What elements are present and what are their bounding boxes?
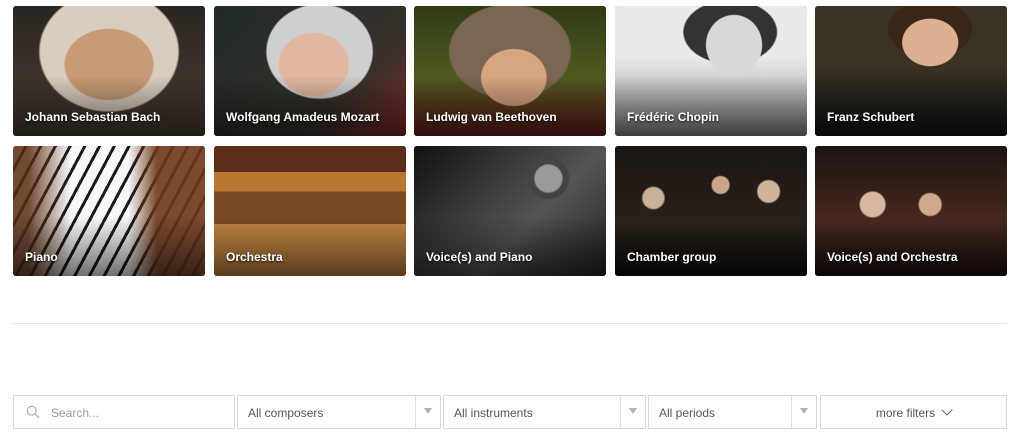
- composers-select-value: All composers: [248, 406, 324, 420]
- search-input[interactable]: [49, 403, 228, 423]
- composer-tile-beethoven[interactable]: Ludwig van Beethoven: [414, 6, 606, 136]
- tile-label: Frédéric Chopin: [627, 110, 720, 124]
- tile-label: Ludwig van Beethoven: [426, 110, 557, 124]
- category-tile-voice-orchestra[interactable]: Voice(s) and Orchestra: [815, 146, 1007, 276]
- search-icon: [26, 405, 40, 419]
- tile-label: Wolfgang Amadeus Mozart: [226, 110, 380, 124]
- tile-label: Franz Schubert: [827, 110, 915, 124]
- periods-select[interactable]: All periods: [648, 395, 817, 429]
- composer-tile-mozart[interactable]: Wolfgang Amadeus Mozart: [214, 6, 406, 136]
- composer-tile-chopin[interactable]: Frédéric Chopin: [615, 6, 807, 136]
- chevron-down-icon: [629, 408, 637, 414]
- category-tile-orchestra[interactable]: Orchestra: [214, 146, 406, 276]
- instruments-select[interactable]: All instruments: [443, 395, 646, 429]
- tile-label: Orchestra: [226, 250, 283, 264]
- composers-select[interactable]: All composers: [237, 395, 441, 429]
- composer-tile-bach[interactable]: Johann Sebastian Bach: [13, 6, 205, 136]
- tile-label: Johann Sebastian Bach: [25, 110, 161, 124]
- category-tile-piano[interactable]: Piano: [13, 146, 205, 276]
- tile-label: Voice(s) and Orchestra: [827, 250, 958, 264]
- more-filters-label: more filters: [875, 406, 936, 420]
- periods-select-value: All periods: [659, 406, 716, 420]
- section-divider: [13, 323, 1007, 324]
- tile-label: Chamber group: [627, 250, 717, 264]
- instruments-select-value: All instruments: [454, 406, 533, 420]
- category-tile-chamber[interactable]: Chamber group: [615, 146, 807, 276]
- tile-label: Piano: [25, 250, 58, 264]
- chevron-down-icon: [800, 408, 808, 414]
- composer-tile-schubert[interactable]: Franz Schubert: [815, 6, 1007, 136]
- chevron-down-icon: [424, 408, 432, 414]
- filter-bar: All composers All instruments All period…: [13, 395, 1007, 429]
- tile-label: Voice(s) and Piano: [426, 250, 533, 264]
- category-tile-voice-piano[interactable]: Voice(s) and Piano: [414, 146, 606, 276]
- search-box: [13, 395, 235, 429]
- more-filters-button[interactable]: more filters: [820, 395, 1007, 429]
